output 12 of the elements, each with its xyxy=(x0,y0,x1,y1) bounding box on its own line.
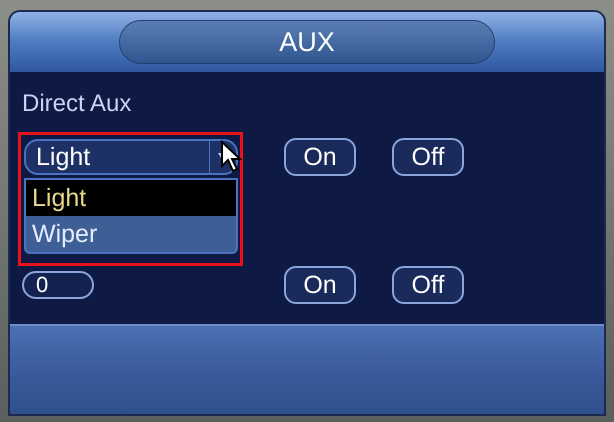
section-label: Direct Aux xyxy=(22,90,132,118)
window-title: AUX xyxy=(119,20,495,64)
dropdown-option[interactable]: Light xyxy=(26,180,236,216)
mouse-pointer-icon xyxy=(220,140,242,174)
dropdown-value: Light xyxy=(35,142,92,172)
action-button[interactable]: On xyxy=(284,266,356,304)
dropdown[interactable]: Light xyxy=(24,139,238,175)
action-button[interactable]: On xyxy=(284,138,356,176)
dropdown-option[interactable]: Wiper xyxy=(26,216,236,252)
action-button[interactable]: Off xyxy=(392,266,464,304)
input-field[interactable]: 0 xyxy=(22,271,94,299)
action-button[interactable]: Off xyxy=(392,138,464,176)
